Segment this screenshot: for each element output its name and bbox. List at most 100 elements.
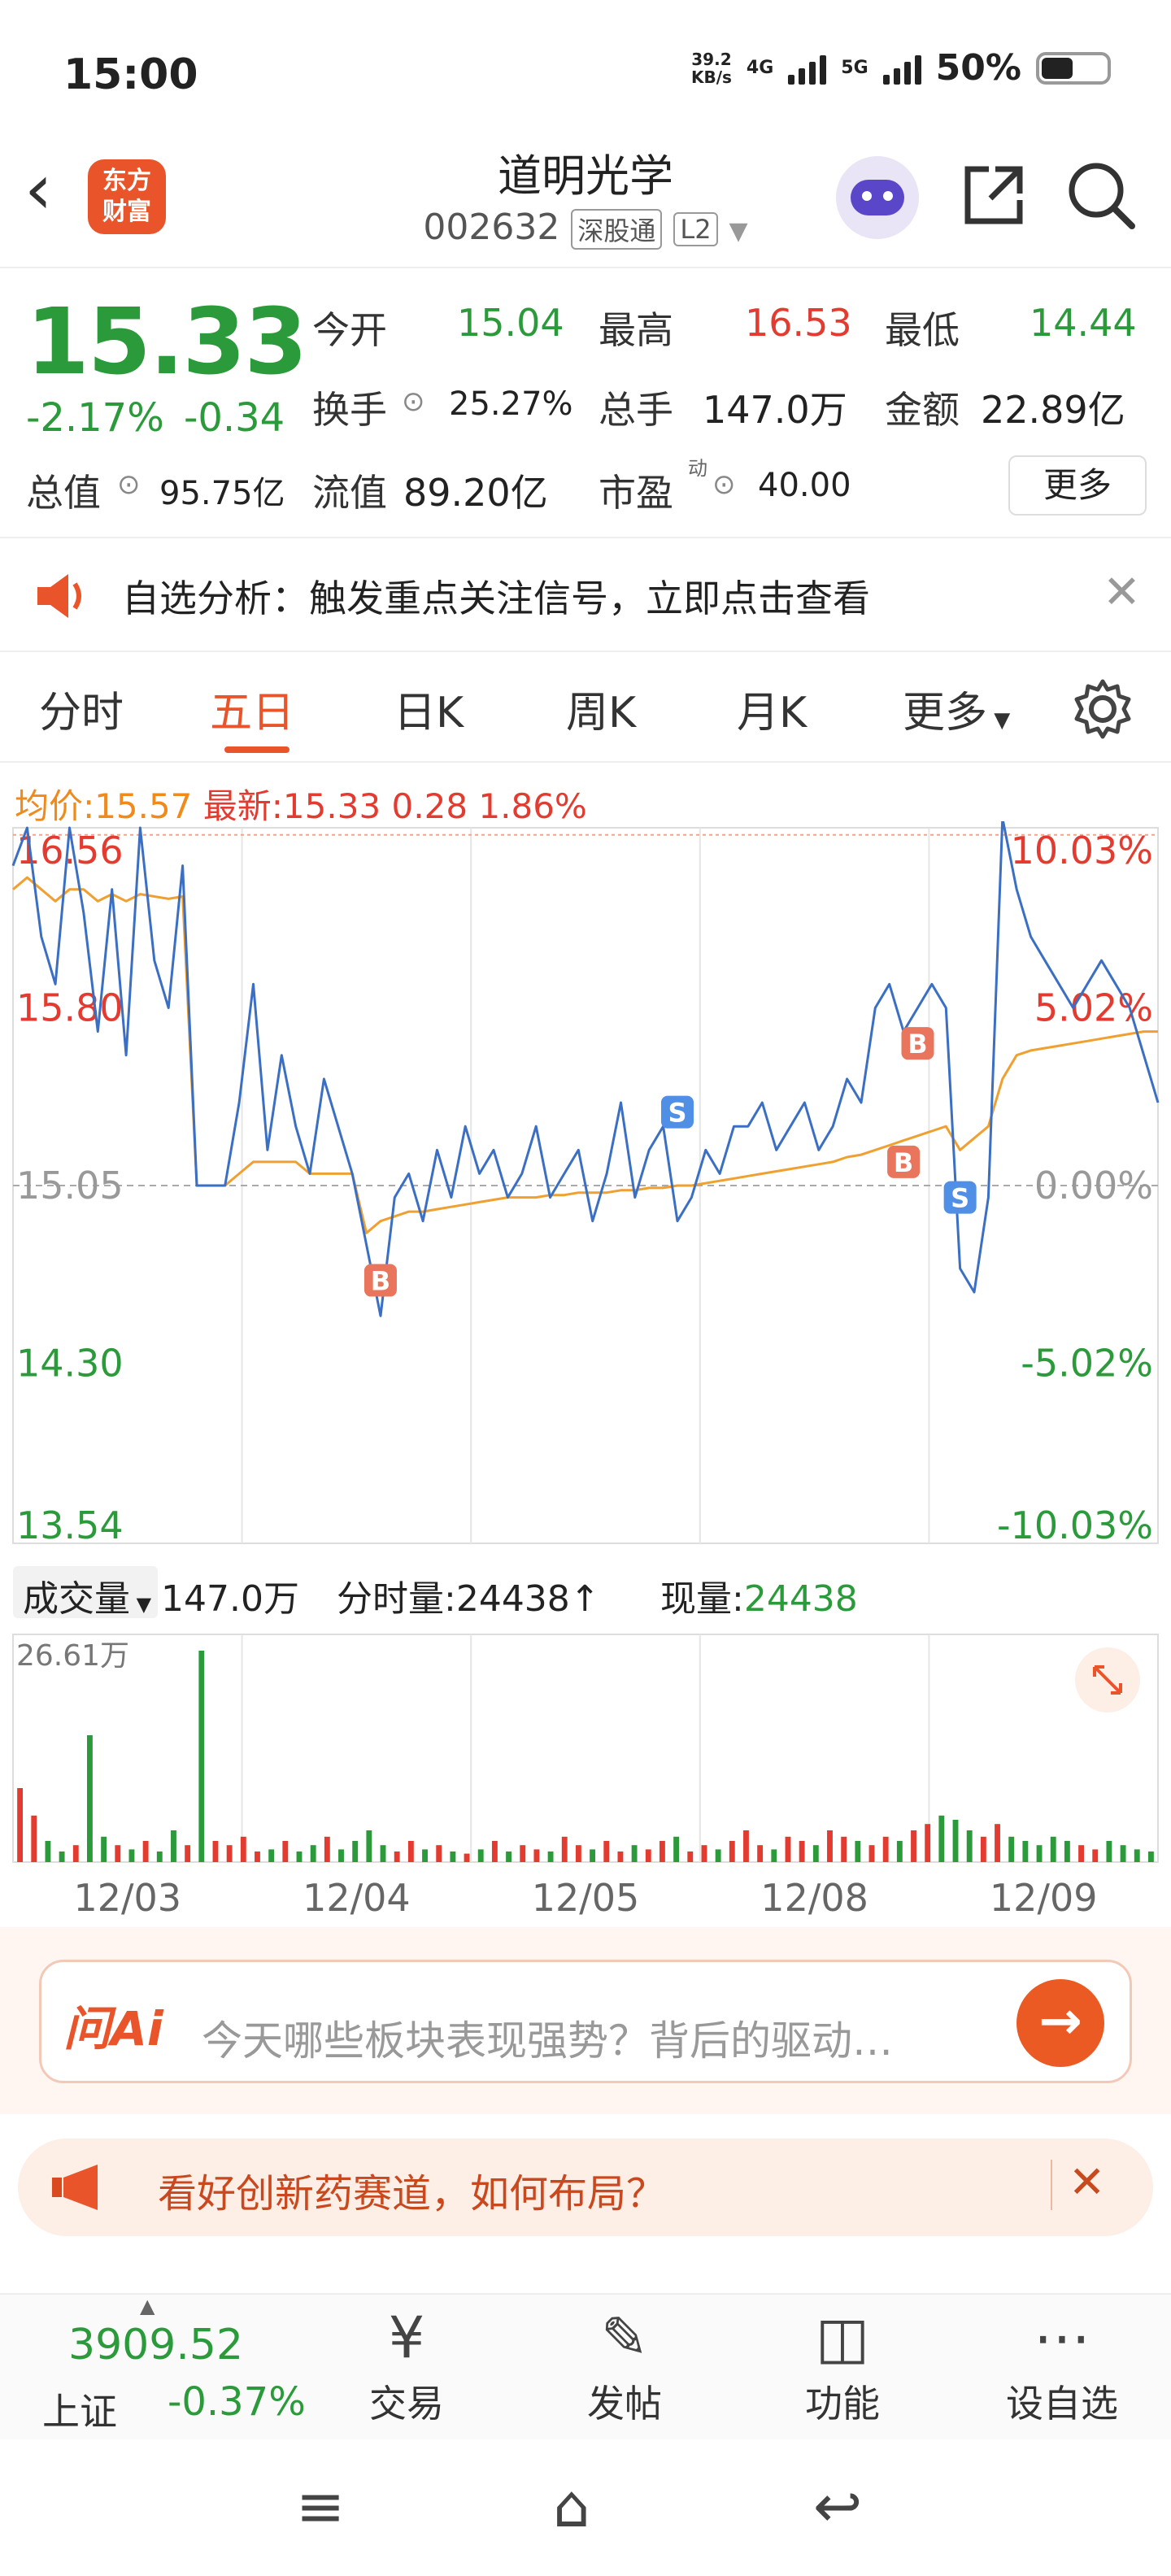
info-icon-2[interactable]: ⊙ [117, 468, 141, 501]
tag-l2: L2 [673, 212, 718, 246]
megaphone-icon [52, 2165, 98, 2210]
arrow-right-icon[interactable]: → [1016, 1979, 1104, 2067]
return-icon[interactable]: ↩ [813, 2472, 862, 2540]
volume-bar [1092, 1849, 1099, 1862]
volume-bar [938, 1815, 945, 1862]
tab-five-day[interactable]: 五日 [210, 678, 294, 739]
volume-bar [366, 1830, 372, 1862]
volume-bar [715, 1849, 721, 1862]
search-icon[interactable] [1065, 159, 1137, 231]
chevron-down-icon: ▼ [729, 217, 748, 246]
volume-bar [617, 1852, 624, 1862]
volume-bar [882, 1836, 889, 1862]
volume-bar [352, 1841, 359, 1862]
price-line [11, 821, 1160, 1317]
volume-bar [240, 1836, 246, 1862]
share-icon[interactable] [960, 161, 1028, 229]
volume-bar [310, 1845, 316, 1862]
volume-bar [547, 1852, 554, 1862]
y-tick-label: 15.80 [16, 986, 124, 1029]
nav-add-watchlist[interactable]: ⋯ 设自选 [997, 2301, 1127, 2428]
volume-bar [1078, 1845, 1084, 1862]
signal-icon [788, 52, 827, 85]
tab-intraday[interactable]: 分时 [39, 678, 124, 739]
x-axis-label: 12/04 [303, 1876, 411, 1920]
promo-text: 看好创新药赛道，如何布局？ [158, 2171, 666, 2217]
pe-sup: 动 [688, 457, 707, 480]
tab-daily-k[interactable]: 日K [394, 678, 464, 739]
volume-bar [757, 1845, 764, 1862]
net-type-5g: 5G [841, 58, 868, 78]
volume-label: 总手 [599, 388, 673, 432]
ask-ai-question[interactable]: 今天哪些板块表现强势？背后的驱动… [202, 2008, 893, 2067]
volume-bar [799, 1841, 805, 1862]
y-tick-label: 13.54 [16, 1503, 124, 1547]
volume-bar [87, 1735, 93, 1862]
more-button[interactable]: 更多 [1008, 455, 1147, 516]
assistant-avatar[interactable] [836, 156, 919, 239]
volume-bar [925, 1824, 931, 1862]
price-chart[interactable]: 16.56 10.03%15.80 5.02%15.05 0.00%14.30 -5.0… [0, 821, 1171, 1927]
volume-bar [450, 1852, 456, 1862]
volume-bar [952, 1820, 959, 1862]
x-axis-label: 12/08 [760, 1876, 868, 1920]
menu-icon[interactable]: ≡ [296, 2472, 345, 2540]
index-value[interactable]: 3909.52 [68, 2321, 243, 2369]
volume-bar [1147, 1852, 1154, 1862]
mktcap-label: 总值 [26, 471, 101, 515]
volume-bar [142, 1841, 149, 1862]
change-percent: -2.17% [26, 395, 164, 441]
volume-bar [729, 1841, 735, 1862]
settings-gear-icon[interactable] [1072, 678, 1134, 740]
tab-monthly-k[interactable]: 月K [737, 678, 807, 739]
alert-text[interactable]: 自选分析：触发重点关注信号，立即点击查看 [122, 569, 870, 623]
volume-bar [812, 1845, 819, 1862]
edit-icon: ✎ [600, 2304, 649, 2371]
tab-active-underline [224, 746, 289, 753]
volume-bar [128, 1849, 135, 1862]
nav-functions[interactable]: ◫ 功能 [777, 2301, 908, 2428]
turnover-value: 25.27% [449, 385, 573, 423]
divider-3 [0, 761, 1171, 763]
info-icon-3[interactable]: ⊙ [712, 468, 736, 501]
volume-bar [631, 1845, 638, 1862]
volume-bar [590, 1849, 596, 1862]
high-value: 16.53 [745, 301, 852, 345]
volume-bar [1022, 1841, 1029, 1862]
volume-bar [394, 1852, 400, 1862]
y-tick-label: 15.05 [16, 1164, 124, 1208]
nav-trade[interactable]: ¥ 交易 [342, 2301, 472, 2428]
float-label: 流值 [312, 471, 387, 515]
volume-bar [1120, 1845, 1126, 1862]
index-change[interactable]: -0.37% [168, 2379, 306, 2425]
close-icon[interactable]: ✕ [1103, 566, 1141, 619]
current-volume: 现量:24438 [660, 1578, 858, 1620]
promo-close-icon[interactable]: ✕ [1069, 2156, 1105, 2208]
x-axis-label: 12/09 [990, 1876, 1098, 1920]
status-time: 15:00 [63, 50, 198, 99]
nav-post[interactable]: ✎ 发帖 [559, 2301, 690, 2428]
index-name[interactable]: 上证 [42, 2382, 117, 2436]
volume-bar [198, 1651, 205, 1862]
volume-bar [966, 1830, 973, 1862]
low-label: 最低 [885, 308, 960, 352]
status-icons: 39.2 KB/s 4G 5G 50% [691, 47, 1111, 89]
volume-bar [1008, 1836, 1015, 1862]
battery-icon [1036, 51, 1111, 85]
info-icon[interactable]: ⊙ [402, 385, 425, 418]
home-icon[interactable]: ⌂ [553, 2472, 590, 2540]
volume-bar [422, 1849, 428, 1862]
caret-up-icon: ▲ [140, 2295, 155, 2317]
yen-icon: ¥ [388, 2304, 425, 2371]
volume-bar [855, 1841, 861, 1862]
pct-tick-label: -10.03% [997, 1503, 1153, 1547]
volume-bar [743, 1830, 749, 1862]
volume-bar [687, 1852, 694, 1862]
tab-more[interactable]: 更多 ▼ [903, 678, 1010, 739]
grid-icon: ◫ [815, 2304, 870, 2371]
stock-code: 002632 [423, 207, 560, 248]
trade-mark-label: B [371, 1266, 390, 1297]
tab-weekly-k[interactable]: 周K [566, 678, 636, 739]
x-axis-label: 12/05 [532, 1876, 640, 1920]
volume-bar [185, 1845, 191, 1862]
